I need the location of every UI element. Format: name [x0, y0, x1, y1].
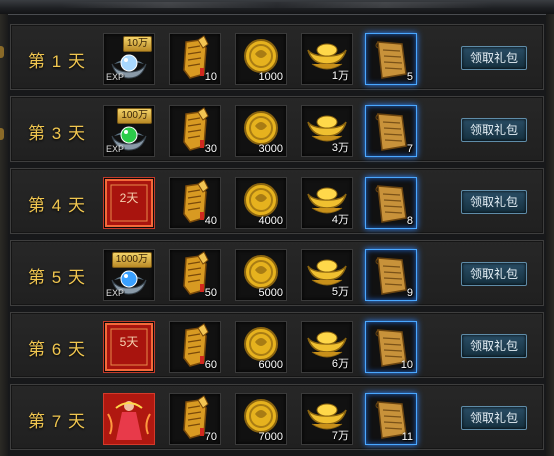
gold-coin-reward[interactable]: 5000 [235, 249, 287, 301]
scroll-quantity: 50 [204, 287, 217, 299]
day-label: 第 5 天 [28, 268, 86, 287]
exp-amount-badge: 10万 [122, 36, 152, 52]
book-quantity: 11 [401, 431, 413, 443]
gold-ingot-reward[interactable]: 3万 [301, 105, 353, 157]
scroll-reward[interactable]: 40 [169, 177, 221, 229]
days-card-reward[interactable]: 2天 [103, 177, 155, 229]
day-label: 第 7 天 [28, 412, 86, 431]
skill-book-reward[interactable]: 7 [365, 105, 417, 157]
coin-quantity: 1000 [258, 71, 283, 83]
reward-row: 第 4 天 2天 40 4000 4万 8 领取礼包 [10, 168, 544, 234]
gold-ingot-reward[interactable]: 1万 [301, 33, 353, 85]
scroll-reward[interactable]: 50 [169, 249, 221, 301]
reward-list: 第 1 天 10万 EXP 10 1000 1万 5 领取礼包第 3 天 100万 EXP… [10, 24, 544, 456]
skill-book-reward[interactable]: 10 [365, 321, 417, 373]
gold-ingot-reward[interactable]: 7万 [301, 393, 353, 445]
skill-book-reward[interactable]: 11 [365, 393, 417, 445]
days-card-text: 5天 [119, 335, 139, 349]
reward-row: 第 5 天 1000万 EXP 50 5000 5万 9 领取礼包 [10, 240, 544, 306]
window-top-frame [0, 0, 554, 15]
exp-amount-badge: 1000万 [111, 252, 152, 268]
reward-row: 第 3 天 100万 EXP 30 3000 3万 7 领取礼包 [10, 96, 544, 162]
coin-quantity: 3000 [258, 143, 283, 155]
scroll-quantity: 10 [204, 71, 217, 83]
edge-marker [0, 128, 4, 140]
scroll-quantity: 70 [204, 431, 217, 443]
left-edge-decoration [0, 14, 8, 456]
days-card-reward[interactable]: 5天 [103, 321, 155, 373]
book-quantity: 5 [406, 71, 413, 83]
ingot-quantity: 3万 [331, 142, 349, 154]
ingot-quantity: 7万 [331, 430, 349, 442]
gold-ingot-reward[interactable]: 6万 [301, 321, 353, 373]
reward-row: 第 6 天 5天 60 6000 6万 10 领取礼包 [10, 312, 544, 378]
coin-quantity: 6000 [258, 359, 283, 371]
edge-marker [0, 46, 4, 58]
scroll-reward[interactable]: 60 [169, 321, 221, 373]
scroll-quantity: 60 [204, 359, 217, 371]
day-label: 第 3 天 [28, 124, 86, 143]
coin-quantity: 4000 [258, 215, 283, 227]
claim-gift-button[interactable]: 领取礼包 [461, 262, 527, 286]
exp-label: EXP [106, 144, 125, 154]
gold-coin-reward[interactable]: 3000 [235, 105, 287, 157]
book-quantity: 10 [400, 359, 413, 371]
book-quantity: 9 [406, 287, 413, 299]
character-figure-reward[interactable] [103, 393, 155, 445]
days-card-text: 2天 [119, 191, 139, 205]
gold-coin-reward[interactable]: 4000 [235, 177, 287, 229]
skill-book-reward[interactable]: 5 [365, 33, 417, 85]
reward-row: 第 1 天 10万 EXP 10 1000 1万 5 领取礼包 [10, 24, 544, 90]
gold-coin-reward[interactable]: 1000 [235, 33, 287, 85]
gold-coin-reward[interactable]: 6000 [235, 321, 287, 373]
exp-pearl-reward[interactable]: 1000万 EXP [103, 249, 155, 301]
claim-gift-button[interactable]: 领取礼包 [461, 334, 527, 358]
day-label: 第 6 天 [28, 340, 86, 359]
reward-row: 第 7 天 70 7000 7万 11 领取礼包 [10, 384, 544, 450]
coin-quantity: 7000 [258, 431, 283, 443]
skill-book-reward[interactable]: 8 [365, 177, 417, 229]
ingot-quantity: 4万 [331, 214, 349, 226]
gold-ingot-reward[interactable]: 5万 [301, 249, 353, 301]
claim-gift-button[interactable]: 领取礼包 [461, 190, 527, 214]
exp-label: EXP [106, 72, 125, 82]
ingot-quantity: 5万 [331, 286, 349, 298]
coin-quantity: 5000 [258, 287, 283, 299]
right-edge-decoration [546, 14, 554, 456]
scroll-reward[interactable]: 30 [169, 105, 221, 157]
scroll-reward[interactable]: 10 [169, 33, 221, 85]
gold-coin-reward[interactable]: 7000 [235, 393, 287, 445]
skill-book-reward[interactable]: 9 [365, 249, 417, 301]
book-quantity: 8 [406, 215, 413, 227]
exp-pearl-reward[interactable]: 100万 EXP [103, 105, 155, 157]
exp-amount-badge: 100万 [117, 108, 152, 124]
scroll-quantity: 30 [204, 143, 217, 155]
exp-label: EXP [106, 288, 125, 298]
scroll-quantity: 40 [204, 215, 217, 227]
day-label: 第 4 天 [28, 196, 86, 215]
claim-gift-button[interactable]: 领取礼包 [461, 406, 527, 430]
exp-pearl-reward[interactable]: 10万 EXP [103, 33, 155, 85]
ingot-quantity: 1万 [331, 70, 349, 82]
claim-gift-button[interactable]: 领取礼包 [461, 118, 527, 142]
scroll-reward[interactable]: 70 [169, 393, 221, 445]
day-label: 第 1 天 [28, 52, 86, 71]
gold-ingot-reward[interactable]: 4万 [301, 177, 353, 229]
claim-gift-button[interactable]: 领取礼包 [461, 46, 527, 70]
book-quantity: 7 [406, 143, 413, 155]
ingot-quantity: 6万 [331, 358, 349, 370]
